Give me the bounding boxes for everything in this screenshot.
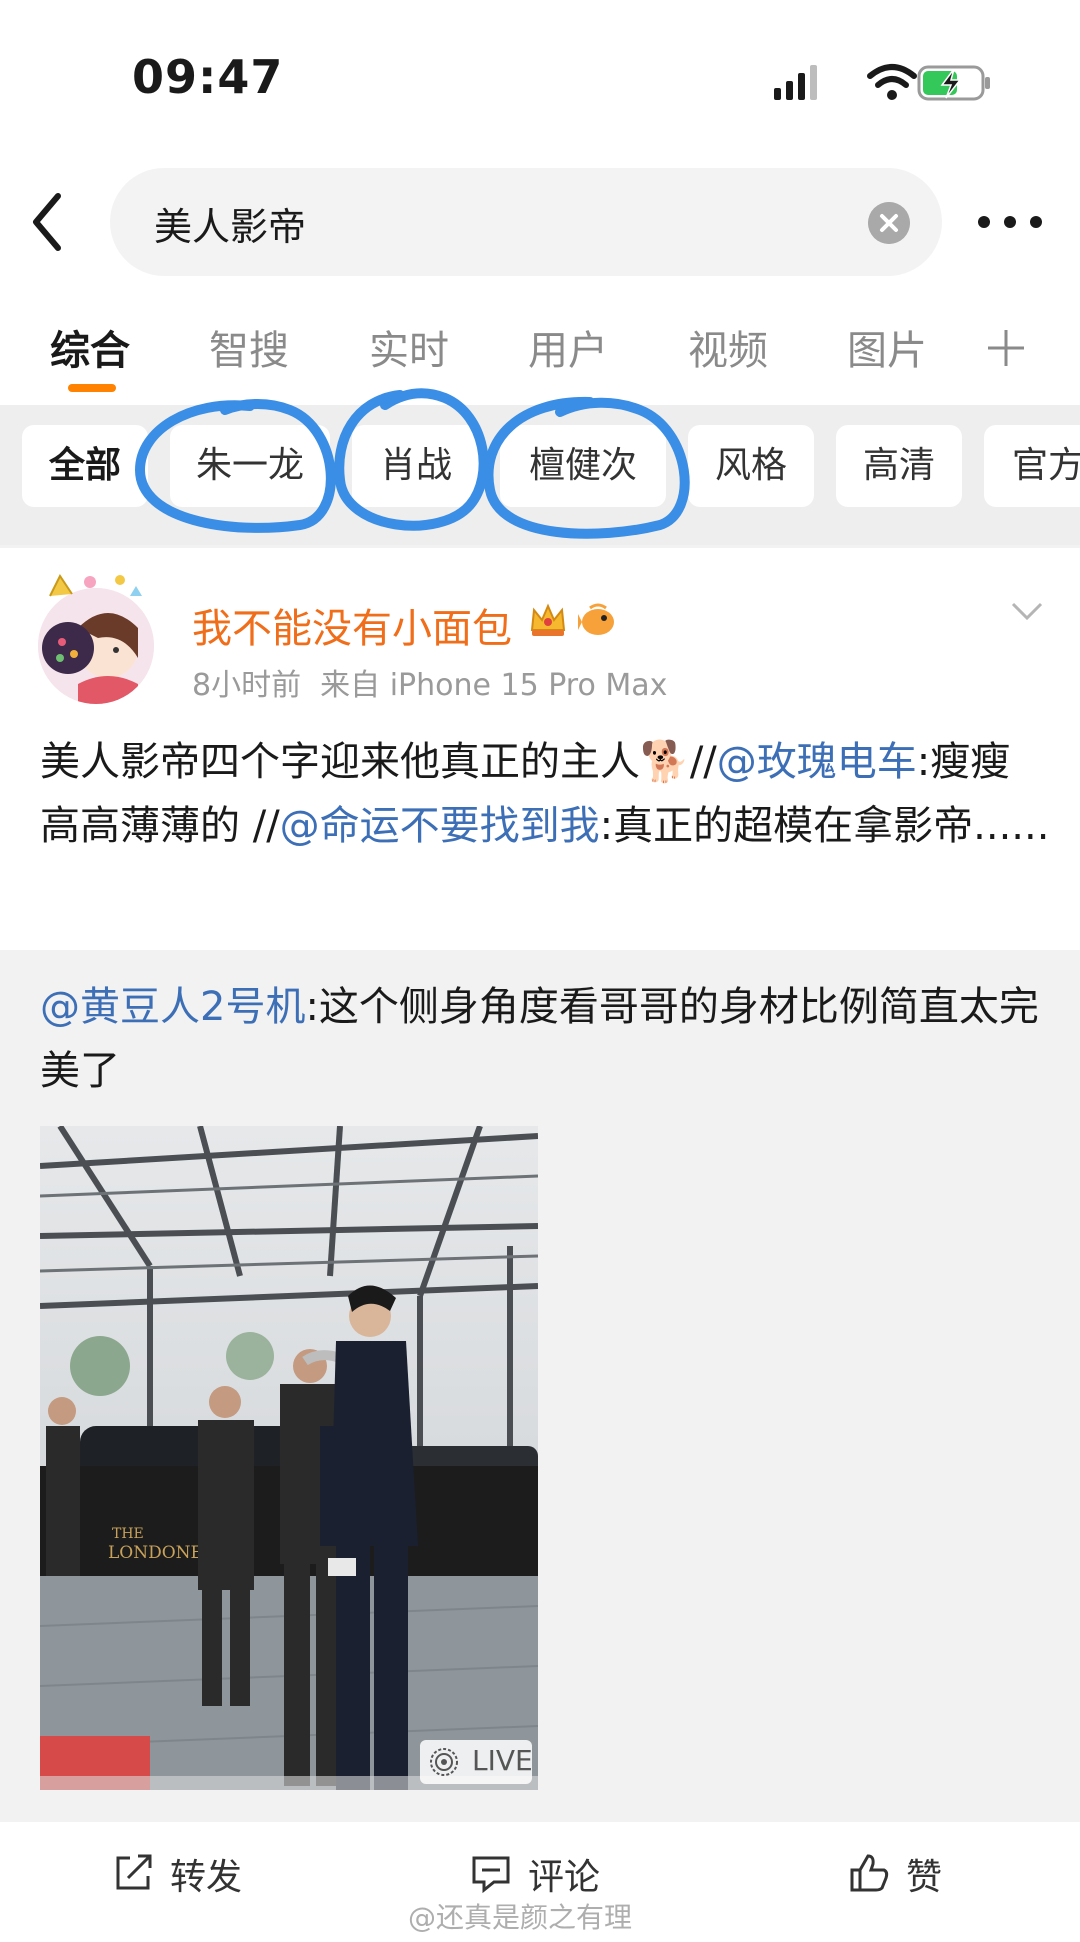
search-query: 美人影帝 xyxy=(154,205,307,249)
add-tab-icon[interactable] xyxy=(986,328,1026,368)
post-photo[interactable]: THE LONDONER xyxy=(40,1126,538,1790)
post-text-segment: 美人影帝四个字迎来他真正的主人 xyxy=(40,739,640,785)
post-body: 美人影帝四个字迎来他真正的主人🐕//@玫瑰电车:瘦瘦高高薄薄的 //@命运不要找… xyxy=(40,730,1050,858)
tab-images[interactable]: 图片 xyxy=(847,318,927,376)
repost-icon[interactable] xyxy=(112,1852,154,1894)
post-source: 来自 iPhone 15 Pro Max xyxy=(320,668,668,703)
status-icons xyxy=(774,64,990,101)
mention-link[interactable]: @黄豆人2号机 xyxy=(40,984,305,1030)
like-button[interactable]: 赞 xyxy=(906,1848,942,1900)
watermark-text: @还真是颜之有理 xyxy=(408,1901,633,1934)
post-text-separator: // xyxy=(689,739,717,785)
tab-smart-search[interactable]: 智搜 xyxy=(209,318,289,376)
chip-xiao-zhan[interactable]: 肖战 xyxy=(352,425,480,507)
chip-tan-jianci[interactable]: 檀健次 xyxy=(500,425,666,507)
wifi-icon xyxy=(867,64,917,100)
mention-link[interactable]: @玫瑰电车 xyxy=(717,739,917,785)
chip-zhu-yilong[interactable]: 朱一龙 xyxy=(170,425,330,507)
chevron-down-icon[interactable] xyxy=(1010,600,1044,622)
post-text-segment: :真正的超模在拿影帝...... xyxy=(599,803,1050,849)
mention-link[interactable]: @命运不要找到我 xyxy=(280,803,600,849)
tab-users[interactable]: 用户 xyxy=(528,318,608,376)
like-thumb-icon[interactable] xyxy=(848,1852,890,1894)
chip-style[interactable]: 风格 xyxy=(688,425,814,507)
live-label: LIVE xyxy=(472,1744,533,1777)
comment-icon[interactable] xyxy=(470,1852,512,1894)
comment-button[interactable]: 评论 xyxy=(528,1848,600,1900)
tab-realtime[interactable]: 实时 xyxy=(369,318,449,376)
signal-icon xyxy=(774,65,817,100)
repost-button[interactable]: 转发 xyxy=(170,1848,242,1900)
svg-text:THE: THE xyxy=(112,1526,144,1542)
battery-icon xyxy=(917,65,990,101)
search-tabs: 综合 智搜 实时 用户 视频 图片 xyxy=(0,318,1080,388)
status-time: 09:47 xyxy=(132,50,284,104)
live-icon xyxy=(430,1748,458,1776)
post-username[interactable]: 我不能没有小面包 xyxy=(192,596,512,654)
more-options-icon[interactable] xyxy=(976,210,1044,234)
fish-badge-icon xyxy=(578,603,614,635)
post-meta: 8小时前 来自 iPhone 15 Pro Max xyxy=(192,660,667,704)
dog-emoji: 🐕 xyxy=(640,739,690,785)
clear-search-icon[interactable] xyxy=(868,202,910,244)
chip-all[interactable]: 全部 xyxy=(22,425,148,507)
search-input[interactable]: 美人影帝 xyxy=(110,168,942,276)
avatar-decoration-icon xyxy=(49,574,142,597)
chip-hd[interactable]: 高清 xyxy=(836,425,962,507)
active-tab-indicator xyxy=(68,384,116,392)
crown-badge-icon xyxy=(530,603,566,636)
tab-video[interactable]: 视频 xyxy=(688,318,768,376)
post-time: 8小时前 xyxy=(192,668,302,703)
tab-comprehensive[interactable]: 综合 xyxy=(50,318,130,376)
repost-body: @黄豆人2号机:这个侧身角度看哥哥的身材比例简直太完美了 xyxy=(40,975,1050,1103)
chip-official[interactable]: 官方 xyxy=(984,425,1080,507)
back-arrow-icon[interactable] xyxy=(28,190,68,254)
